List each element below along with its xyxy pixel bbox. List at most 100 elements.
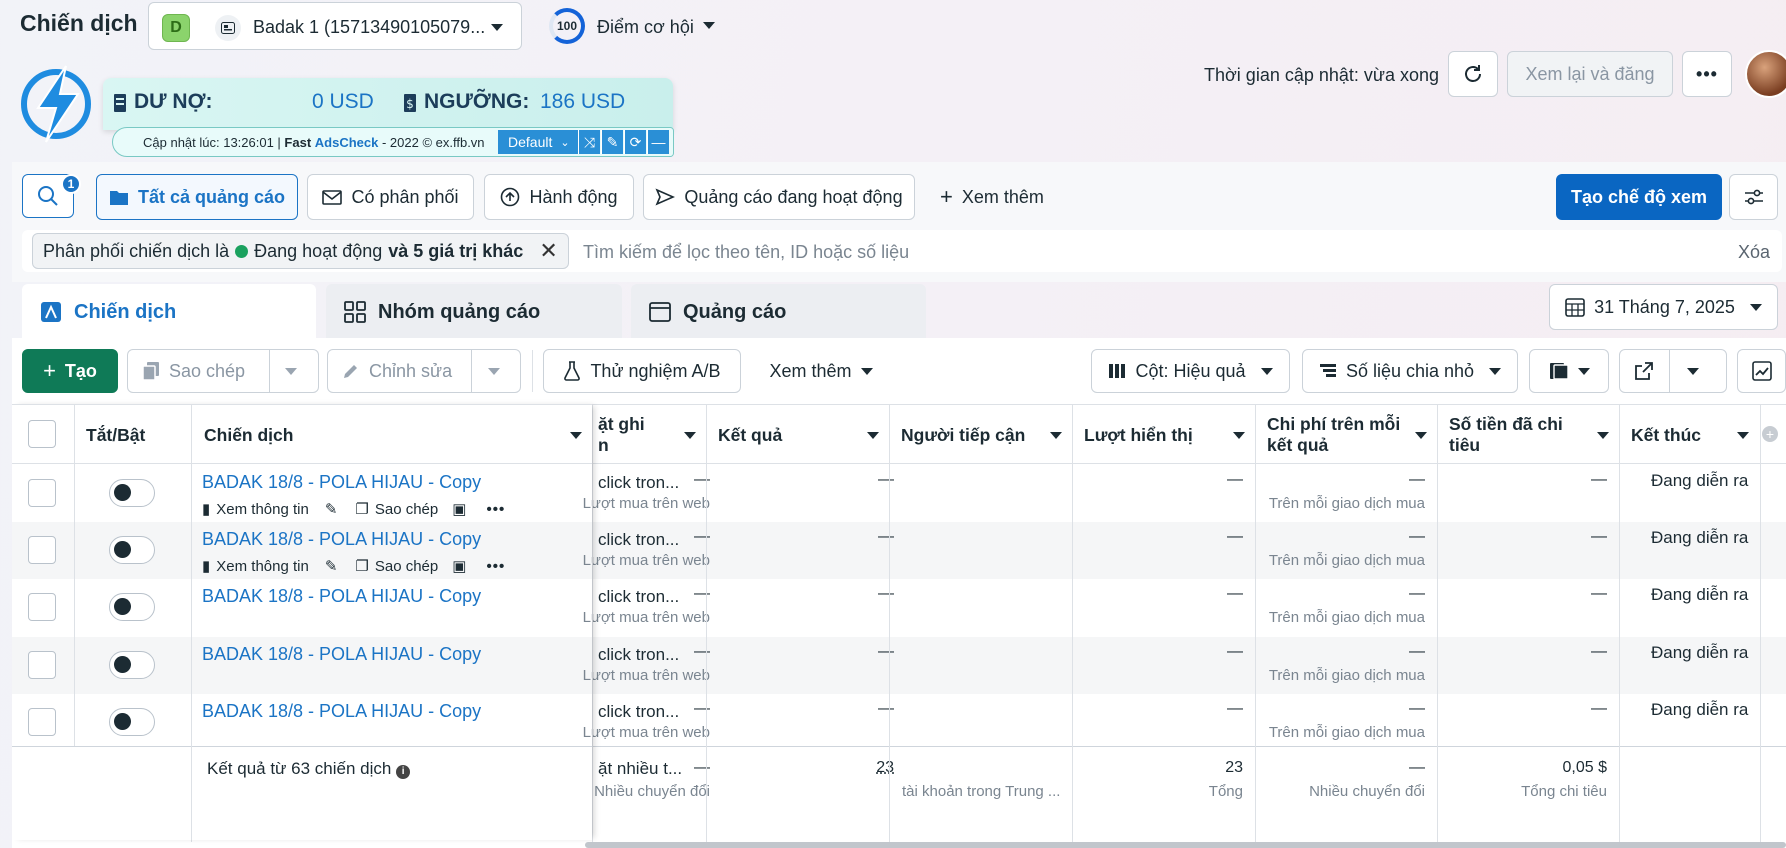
reports-button[interactable] <box>1529 349 1609 393</box>
divider <box>1669 350 1670 392</box>
campaign-toggle[interactable] <box>109 650 155 679</box>
pencil-icon[interactable]: ✎ <box>325 500 338 518</box>
breakdown-button[interactable]: Số liệu chia nhỏ <box>1302 349 1518 393</box>
row-checkbox[interactable] <box>28 536 56 565</box>
opportunity-score-label[interactable]: Điểm cơ hội <box>597 17 694 38</box>
copy-icon[interactable]: ❐ <box>355 500 368 518</box>
add-column-icon[interactable]: + <box>1762 426 1778 442</box>
table-row[interactable]: BADAK 18/8 - POLA HIJAU - Copy ▮ Xem thông… <box>12 465 1786 522</box>
attribution-cell: click tron... <box>598 644 680 664</box>
bar-chart-icon[interactable]: ▮ <box>202 557 210 575</box>
col-attribution[interactable]: ặt ghi n <box>592 405 706 465</box>
table-row[interactable]: BADAK 18/8 - POLA HIJAU - Copy click tron… <box>12 694 1786 751</box>
campaign-name-link[interactable]: BADAK 18/8 - POLA HIJAU - Copy <box>202 586 481 607</box>
campaign-toggle[interactable] <box>109 536 155 565</box>
sliders-button[interactable] <box>1729 174 1778 220</box>
tab-campaigns[interactable]: Chiến dịch <box>22 284 316 340</box>
ad-window-icon <box>649 302 671 322</box>
chevron-down-icon[interactable] <box>703 22 715 29</box>
campaign-flag-icon <box>41 302 61 322</box>
opportunity-score-icon[interactable]: 100 <box>549 8 585 44</box>
filter-see-more[interactable]: + Xem thêm <box>940 174 1044 220</box>
export-button[interactable] <box>1619 349 1727 393</box>
row-checkbox[interactable] <box>28 593 56 622</box>
filter-chip[interactable]: Phân phối chiến dịch là Đang hoạt động v… <box>32 233 569 269</box>
date-range-picker[interactable]: 31 Tháng 7, 2025 <box>1549 284 1778 330</box>
filter-actions[interactable]: Hành động <box>484 174 634 220</box>
filter-all-ads[interactable]: Tất cả quảng cáo <box>96 174 298 220</box>
charts-button[interactable] <box>1737 349 1786 393</box>
filter-search-bar[interactable]: Phân phối chiến dịch là Đang hoạt động v… <box>22 230 1782 272</box>
select-all-checkbox[interactable] <box>28 420 56 448</box>
chevron-down-icon[interactable] <box>285 368 297 375</box>
col-results[interactable]: Kết quả <box>706 405 889 465</box>
cost-cell: — <box>1409 528 1425 546</box>
image-icon[interactable]: ▣ <box>452 500 466 518</box>
campaign-toggle[interactable] <box>109 707 155 736</box>
edit-icon[interactable]: ✎ <box>601 130 623 154</box>
chevron-down-icon <box>1597 432 1609 439</box>
col-toggle[interactable]: Tắt/Bật <box>74 405 192 465</box>
reach-cell: — <box>878 471 894 488</box>
filter-has-delivery[interactable]: Có phân phối <box>307 174 474 220</box>
campaign-name-link[interactable]: BADAK 18/8 - POLA HIJAU - Copy <box>202 472 481 493</box>
campaign-name-link[interactable]: BADAK 18/8 - POLA HIJAU - Copy <box>202 701 481 722</box>
cost-cell: — <box>1409 471 1425 488</box>
copy-link[interactable]: Sao chép <box>375 501 438 518</box>
search-input[interactable]: Tìm kiếm để lọc theo tên, ID hoặc số liệ… <box>583 242 909 263</box>
create-view-button[interactable]: Tạo chế độ xem <box>1556 174 1722 220</box>
campaign-name-link[interactable]: BADAK 18/8 - POLA HIJAU - Copy <box>202 644 481 665</box>
campaign-toggle[interactable] <box>109 593 155 622</box>
account-selector[interactable]: D Badak 1 (15713490105079... <box>148 2 522 50</box>
image-icon[interactable]: ▣ <box>452 557 466 575</box>
more-options-button[interactable]: ••• <box>1682 51 1732 97</box>
col-cost-per-result[interactable]: Chi phí trên mỗi kết quả <box>1255 405 1437 465</box>
more-icon[interactable]: ••• <box>486 558 505 575</box>
col-impressions[interactable]: Lượt hiển thị <box>1072 405 1255 465</box>
profile-select[interactable]: Default ⌄ <box>498 130 578 154</box>
toolbar-see-more[interactable]: Xem thêm <box>756 349 886 393</box>
filter-active-ads[interactable]: Quảng cáo đang hoạt động <box>643 174 915 220</box>
attribution-cell: click tron... <box>598 587 680 607</box>
attribution-cell: click tron... <box>598 530 680 550</box>
minimize-icon[interactable]: — <box>647 130 669 154</box>
tab-adsets[interactable]: Nhóm quảng cáo <box>326 284 622 340</box>
chevron-down-icon <box>1687 367 1699 375</box>
refresh-button[interactable] <box>1448 51 1498 97</box>
col-reach[interactable]: Người tiếp cận <box>889 405 1072 465</box>
clear-filters-link[interactable]: Xóa <box>1738 242 1770 263</box>
bar-chart-icon[interactable]: ▮ <box>202 500 210 518</box>
ab-test-button[interactable]: Thử nghiệm A/B <box>543 349 741 393</box>
totals-spent: 0,05 $ <box>1562 759 1607 776</box>
totals-reach[interactable]: 23 <box>876 759 894 777</box>
create-button[interactable]: + Tạo <box>22 349 118 393</box>
table-row[interactable]: BADAK 18/8 - POLA HIJAU - Copy ▮ Xem thông… <box>12 522 1786 580</box>
copy-link[interactable]: Sao chép <box>375 558 438 575</box>
horizontal-scrollbar[interactable] <box>585 842 1786 848</box>
copy-icon[interactable]: ❐ <box>355 557 368 575</box>
col-ends[interactable]: Kết thúc <box>1619 405 1759 465</box>
result-sub: Lượt mua trên web <box>582 495 710 512</box>
tab-ads[interactable]: Quảng cáo <box>631 284 926 340</box>
row-checkbox[interactable] <box>28 650 56 679</box>
document-icon <box>114 94 126 112</box>
col-campaign[interactable]: Chiến dịch <box>192 405 596 465</box>
col-amount-spent[interactable]: Số tiền đã chi tiêu <box>1437 405 1619 465</box>
avatar[interactable] <box>1745 50 1786 98</box>
shuffle-icon[interactable]: ⤨ <box>578 130 600 154</box>
sync-icon[interactable]: ⟳ <box>624 130 646 154</box>
pencil-icon[interactable]: ✎ <box>325 557 338 575</box>
view-details-link[interactable]: Xem thông tin <box>216 558 309 575</box>
close-icon[interactable]: ✕ <box>539 238 557 264</box>
campaign-name-link[interactable]: BADAK 18/8 - POLA HIJAU - Copy <box>202 529 481 550</box>
more-icon[interactable]: ••• <box>486 501 505 518</box>
table-row[interactable]: BADAK 18/8 - POLA HIJAU - Copy click tron… <box>12 636 1786 694</box>
row-checkbox[interactable] <box>28 479 56 507</box>
chevron-down-icon[interactable] <box>488 368 500 375</box>
review-publish-button[interactable]: Xem lại và đăng <box>1507 51 1673 97</box>
columns-button[interactable]: Cột: Hiệu quả <box>1091 349 1290 393</box>
table-row[interactable]: BADAK 18/8 - POLA HIJAU - Copy click tron… <box>12 579 1786 636</box>
view-details-link[interactable]: Xem thông tin <box>216 501 309 518</box>
campaign-toggle[interactable] <box>109 479 155 507</box>
row-checkbox[interactable] <box>28 707 56 736</box>
